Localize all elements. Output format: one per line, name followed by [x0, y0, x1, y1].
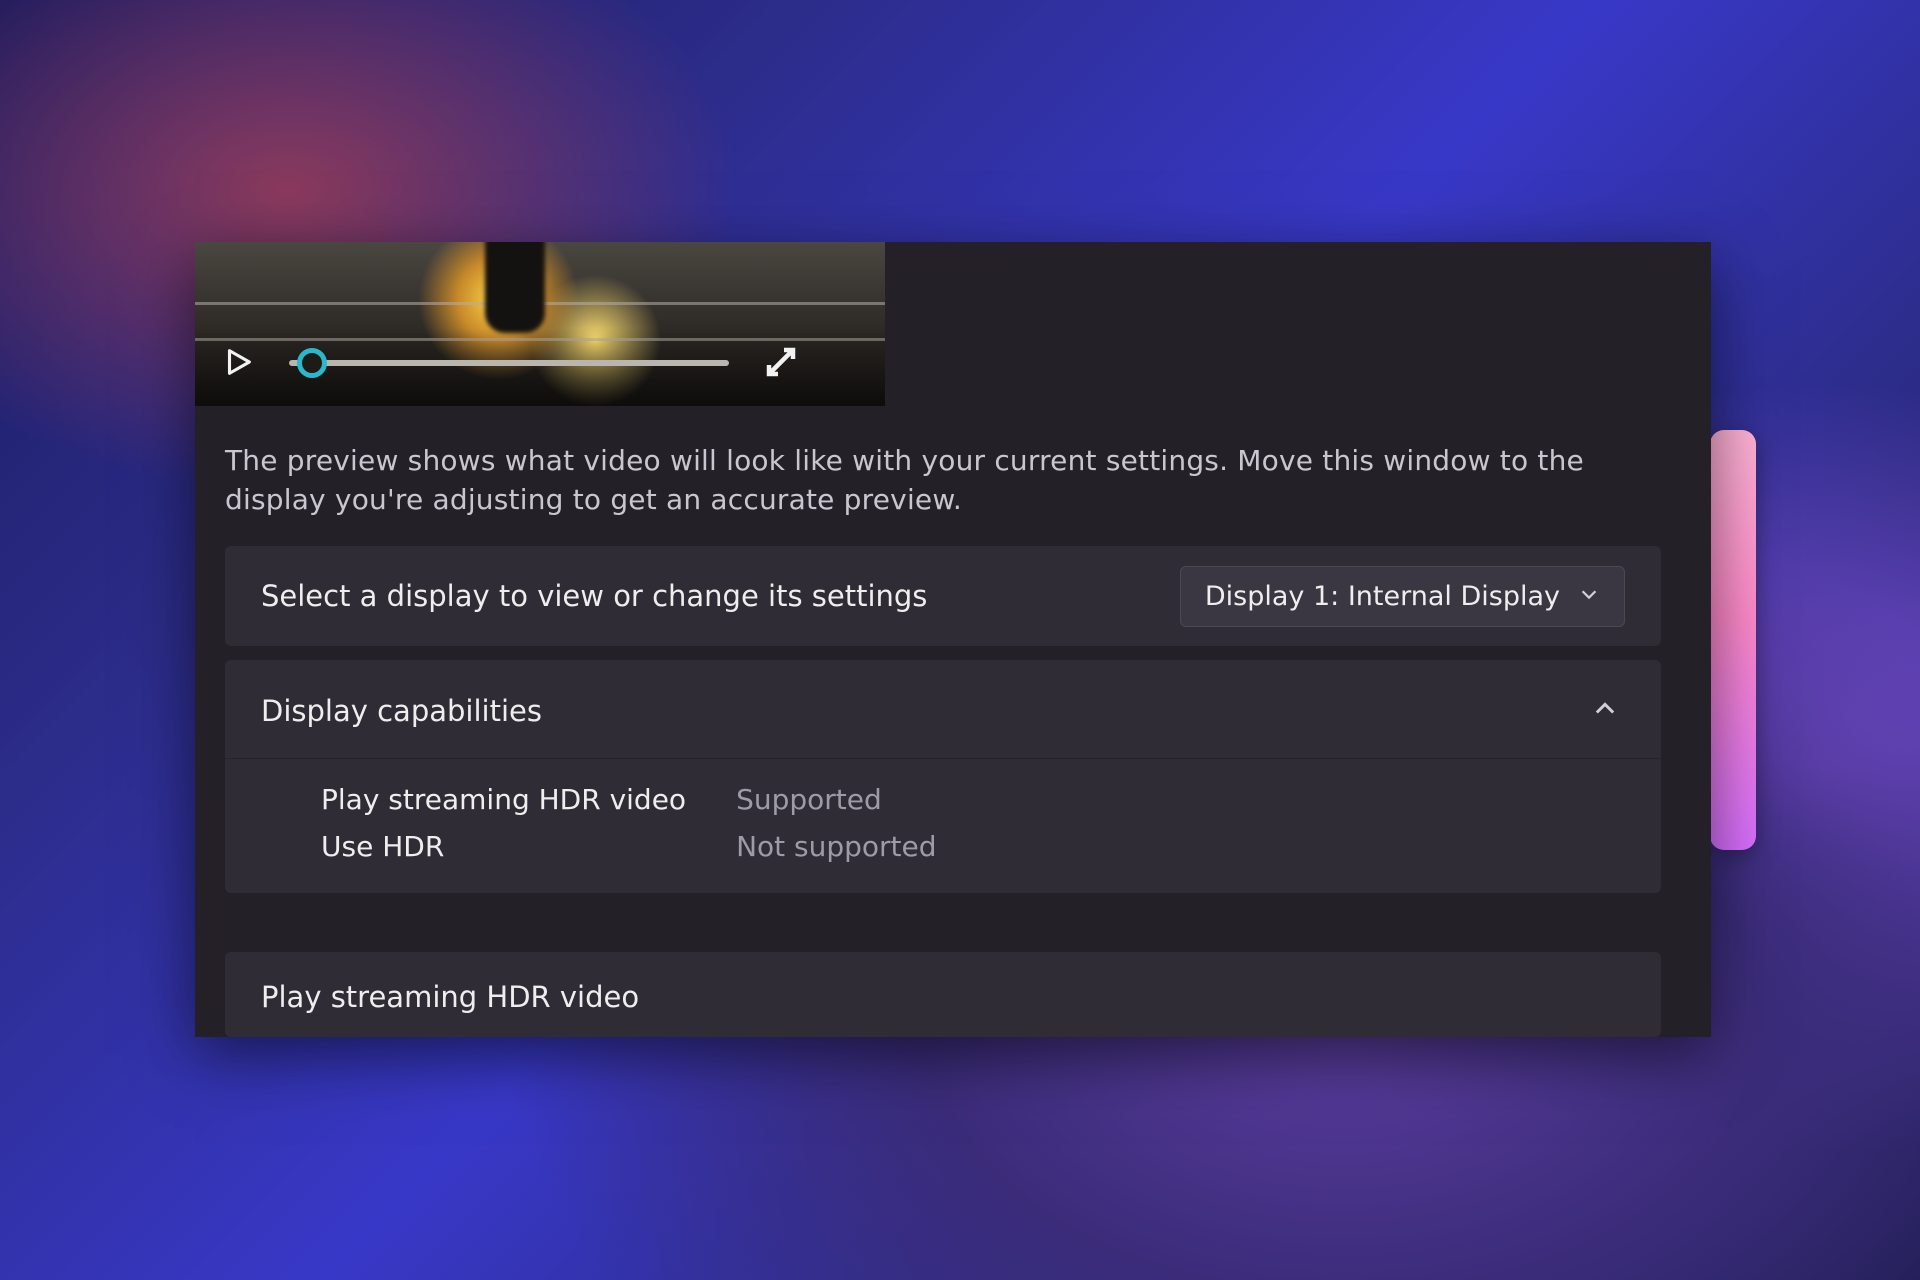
- desktop-pink-tile: [1710, 430, 1756, 850]
- display-capabilities-title: Display capabilities: [261, 694, 542, 728]
- streaming-hdr-card[interactable]: Play streaming HDR video: [225, 952, 1661, 1037]
- preview-description: The preview shows what video will look l…: [225, 442, 1615, 519]
- display-select-label: Select a display to view or change its s…: [261, 579, 927, 613]
- settings-window: The preview shows what video will look l…: [195, 242, 1711, 1037]
- capability-value: Not supported: [736, 830, 936, 863]
- display-select-card: Select a display to view or change its s…: [225, 546, 1661, 646]
- expand-icon: [763, 344, 799, 383]
- streaming-hdr-title: Play streaming HDR video: [261, 980, 639, 1014]
- capability-key: Use HDR: [321, 830, 686, 863]
- display-capabilities-body: Play streaming HDR video Use HDR Support…: [225, 759, 1661, 893]
- video-controls: [195, 328, 885, 406]
- chevron-up-icon: [1591, 695, 1619, 727]
- dropdown-selected-value: Display 1: Internal Display: [1205, 581, 1560, 612]
- slider-track: [289, 360, 729, 366]
- display-capabilities-header[interactable]: Display capabilities: [225, 660, 1661, 759]
- capabilities-values: Supported Not supported: [736, 783, 936, 863]
- video-preview: [195, 242, 885, 406]
- capability-value: Supported: [736, 783, 936, 816]
- capabilities-keys: Play streaming HDR video Use HDR: [321, 783, 686, 863]
- play-icon: [221, 345, 255, 382]
- display-capabilities-card: Display capabilities Play streaming HDR …: [225, 660, 1661, 893]
- preview-decoration: [195, 302, 885, 305]
- display-select-dropdown[interactable]: Display 1: Internal Display: [1180, 566, 1625, 627]
- slider-thumb[interactable]: [297, 348, 327, 378]
- chevron-down-icon: [1578, 581, 1600, 612]
- fullscreen-button[interactable]: [763, 344, 799, 383]
- play-button[interactable]: [221, 345, 255, 382]
- video-seek-slider[interactable]: [289, 343, 729, 383]
- capability-key: Play streaming HDR video: [321, 783, 686, 816]
